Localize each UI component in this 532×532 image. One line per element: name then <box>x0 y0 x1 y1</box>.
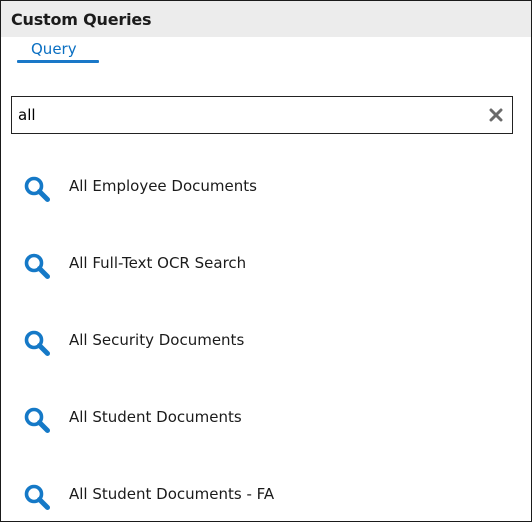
search-icon <box>24 176 50 202</box>
tab-query[interactable]: Query <box>19 38 85 62</box>
list-item[interactable]: All Student Documents - FA <box>1 455 531 532</box>
panel-header: Custom Queries <box>1 1 531 37</box>
search-input[interactable] <box>12 98 480 132</box>
list-item[interactable]: All Student Documents <box>1 378 531 455</box>
close-icon <box>489 108 503 122</box>
query-label: All Student Documents <box>69 408 242 426</box>
search-icon <box>24 330 50 356</box>
query-list: All Employee Documents All Full-Text OCR… <box>1 147 531 532</box>
active-tab-indicator <box>17 60 99 63</box>
list-item[interactable]: All Employee Documents <box>1 147 531 224</box>
custom-queries-panel: Custom Queries Query All Employee Docume… <box>0 0 532 522</box>
search-icon <box>24 407 50 433</box>
search-icon <box>24 484 50 510</box>
query-label: All Full-Text OCR Search <box>69 254 247 272</box>
list-item[interactable]: All Full-Text OCR Search <box>1 224 531 301</box>
search-icon <box>24 253 50 279</box>
panel-title: Custom Queries <box>11 9 152 29</box>
clear-search-button[interactable] <box>480 98 512 132</box>
list-item[interactable]: All Security Documents <box>1 301 531 378</box>
tab-bar: Query <box>1 37 531 65</box>
search-box <box>11 96 513 134</box>
query-label: All Employee Documents <box>69 177 257 195</box>
query-label: All Security Documents <box>69 331 245 349</box>
query-label: All Student Documents - FA <box>69 485 275 503</box>
